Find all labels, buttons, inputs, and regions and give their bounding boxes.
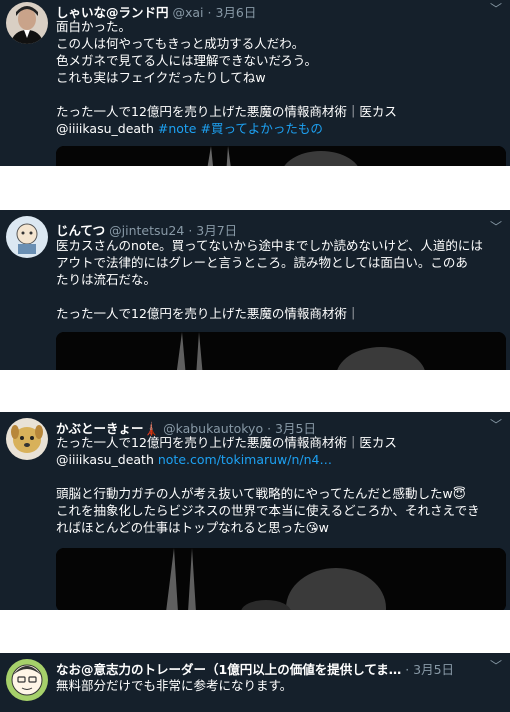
link-card-image[interactable] (56, 332, 506, 370)
tweet-line: 無料部分だけでも非常に参考になります。 (56, 678, 293, 693)
link-card-image[interactable] (56, 146, 506, 166)
tweet-line: この人は何やってもきっと成功する人だわ。 (56, 36, 305, 51)
tweet-line: たった一人で12億円を売り上げた悪魔の情報商材術｜医カス (56, 104, 397, 119)
tweet-card[interactable]: なお@意志力のトレーダー（1億円以上の価値を提供してま… · 3月5日 ﹀ 無料… (0, 653, 510, 712)
mention-link[interactable]: @iiiikasu_death (56, 452, 154, 467)
tweet-text: 面白かった。 この人は何やってもきっと成功する人だわ。 色メガネで見てる人には理… (56, 18, 504, 137)
separator-dot: · (188, 223, 193, 238)
chevron-down-icon[interactable]: ﹀ (490, 416, 502, 433)
tweet-line: ればほとんどの仕事はトップなれると思った😘w (56, 520, 329, 535)
user-name[interactable]: じんてつ (56, 223, 105, 238)
tweet-line: これを抽象化したらビジネスの世界で本当に使えるどころか、それさえでき (56, 503, 480, 518)
chevron-down-icon[interactable]: ﹀ (490, 0, 502, 17)
tweet-text: 医カスさんのnote。買ってないから途中までしか読めないけど、人道的には アウト… (56, 237, 504, 322)
tweet-date[interactable]: 3月7日 (196, 223, 237, 238)
avatar[interactable] (6, 216, 48, 258)
chevron-down-icon[interactable]: ﹀ (490, 657, 502, 674)
tweet-text: 無料部分だけでも非常に参考になります。 (56, 677, 504, 694)
user-handle[interactable]: @jintetsu24 (109, 223, 184, 238)
tweet-line: 医カスさんのnote。買ってないから途中までしか読めないけど、人道的には (56, 238, 483, 253)
user-name[interactable]: なお@意志力のトレーダー（1億円以上の価値を提供してま… (56, 662, 401, 677)
link-card-image[interactable] (56, 548, 506, 610)
tweet-card[interactable]: じんてつ @jintetsu24 · 3月7日 ﹀ 医カスさんのnote。買って… (0, 210, 510, 370)
avatar[interactable] (6, 659, 48, 701)
hashtag-link[interactable]: #note #買ってよかったもの (158, 121, 323, 136)
url-link[interactable]: note.com/tokimaruw/n/n4… (158, 452, 332, 467)
tweet-line: たりは流石だな。 (56, 272, 157, 287)
tweet-text: たった一人で12億円を売り上げた悪魔の情報商材術｜医カス @iiiikasu_d… (56, 434, 504, 536)
tweet-line: 色メガネで見てる人には理解できないだろう。 (56, 53, 318, 68)
avatar[interactable] (6, 2, 48, 44)
tweet-line: 頭脳と行動力ガチの人が考え抜いて戦略的にやってたんだと感動したw😇 (56, 486, 466, 501)
chevron-down-icon[interactable]: ﹀ (490, 218, 502, 235)
tweet-card[interactable]: しゃいな@ランド円 @xai · 3月6日 ﹀ 面白かった。 この人は何やっても… (0, 0, 510, 166)
tweet-line: 面白かった。 (56, 19, 132, 34)
avatar[interactable] (6, 418, 48, 460)
tweet-line: たった一人で12億円を売り上げた悪魔の情報商材術｜医カス (56, 435, 397, 450)
tweet-line: これも実はフェイクだったりしてねw (56, 70, 266, 85)
mention-link[interactable]: @iiiikasu_death (56, 121, 154, 136)
tweet-card[interactable]: かぶとーきょー🗼 @kabukautokyo · 3月5日 ﹀ たった一人で12… (0, 412, 510, 610)
tweet-line: たった一人で12億円を売り上げた悪魔の情報商材術｜ (56, 306, 360, 321)
tweet-date[interactable]: 3月5日 (413, 662, 454, 677)
separator-dot: · (405, 662, 410, 677)
tweet-line: アウトで法律的にはグレーと言うところ。読み物としては面白い。このあ (56, 255, 468, 270)
